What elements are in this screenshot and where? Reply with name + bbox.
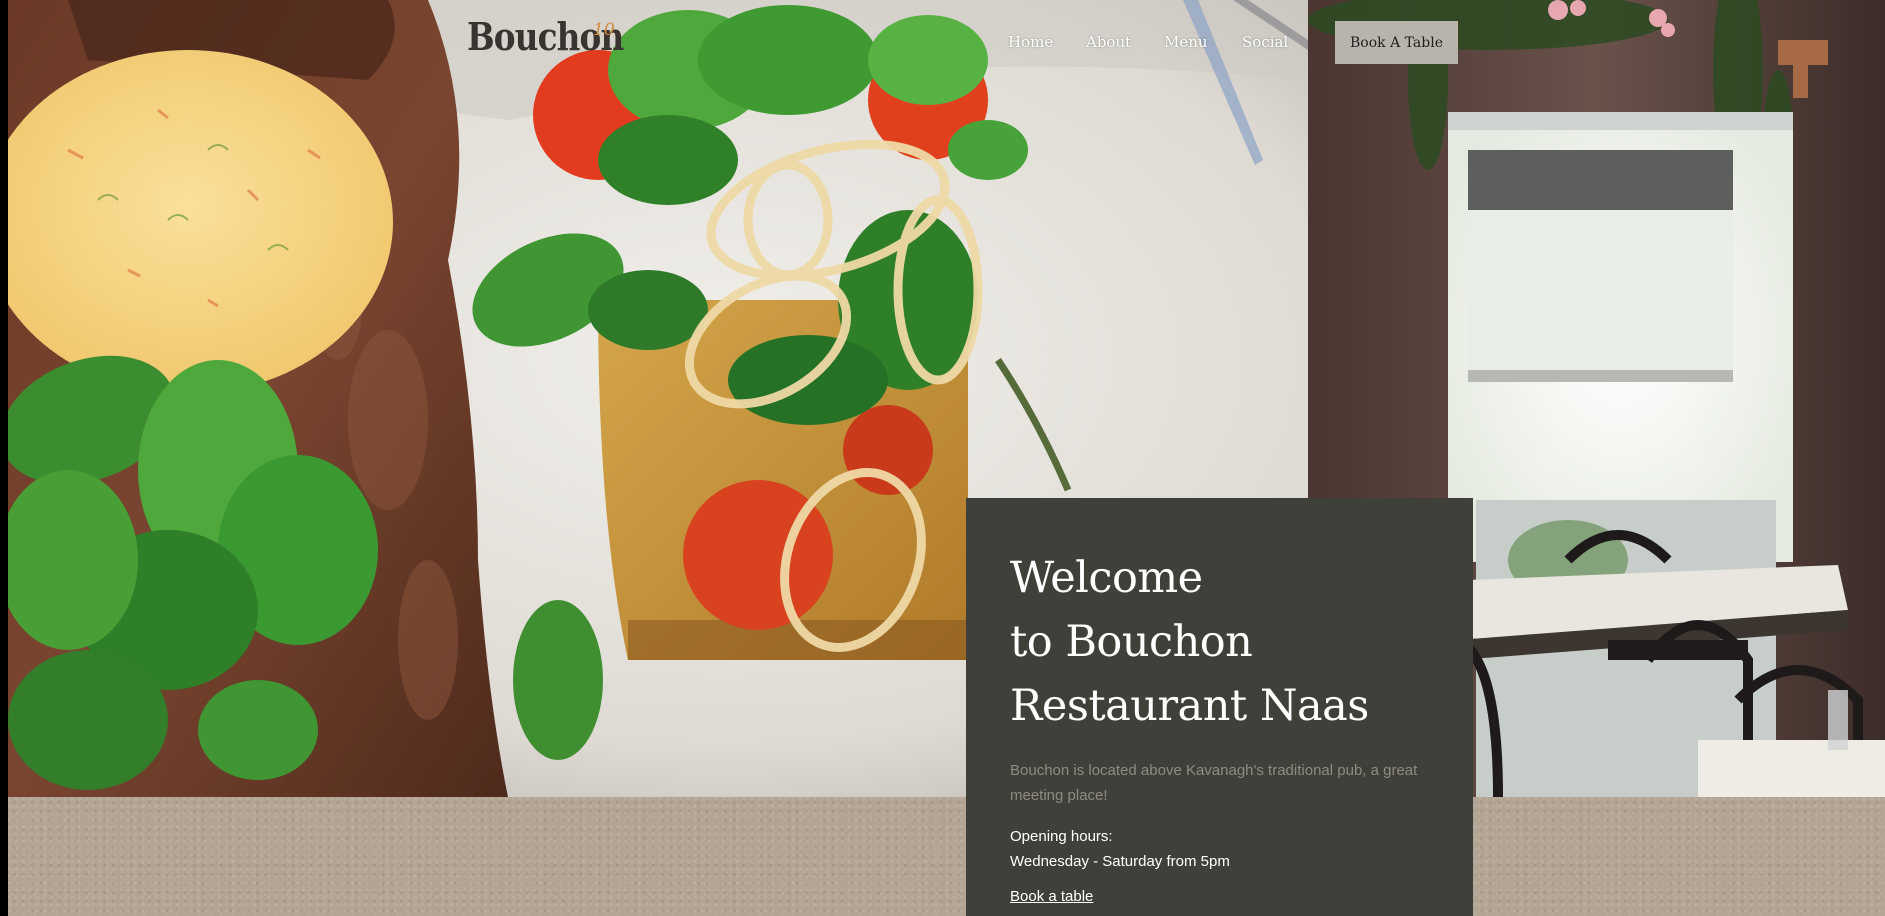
welcome-title: Welcome to Bouchon Restaurant Naas <box>1010 546 1429 738</box>
logo-superscript: 10 <box>593 20 615 40</box>
welcome-title-line: Welcome <box>1010 553 1203 603</box>
welcome-description: Bouchon is located above Kavanagh's trad… <box>1010 762 1418 804</box>
nav-about[interactable]: About <box>1086 33 1131 51</box>
nav-social[interactable]: Social <box>1242 33 1288 51</box>
nav-menu[interactable]: Menu <box>1164 33 1208 51</box>
textured-footer-band <box>8 797 1885 916</box>
welcome-card: Welcome to Bouchon Restaurant Naas Bouch… <box>966 498 1473 916</box>
book-a-table-button[interactable]: Book A Table <box>1335 21 1458 64</box>
page: Bouchon 10 Home About Menu Social Book A… <box>0 0 1885 916</box>
welcome-title-line: Restaurant Naas <box>1010 681 1369 731</box>
opening-hours-label: Opening hours: <box>1010 828 1113 845</box>
nav-home[interactable]: Home <box>1008 33 1053 51</box>
welcome-title-line: to Bouchon <box>1010 617 1253 667</box>
opening-hours-value: Wednesday - Saturday from 5pm <box>1010 853 1230 870</box>
book-table-link[interactable]: Book a table <box>1010 888 1093 905</box>
logo[interactable]: Bouchon 10 <box>467 18 649 68</box>
